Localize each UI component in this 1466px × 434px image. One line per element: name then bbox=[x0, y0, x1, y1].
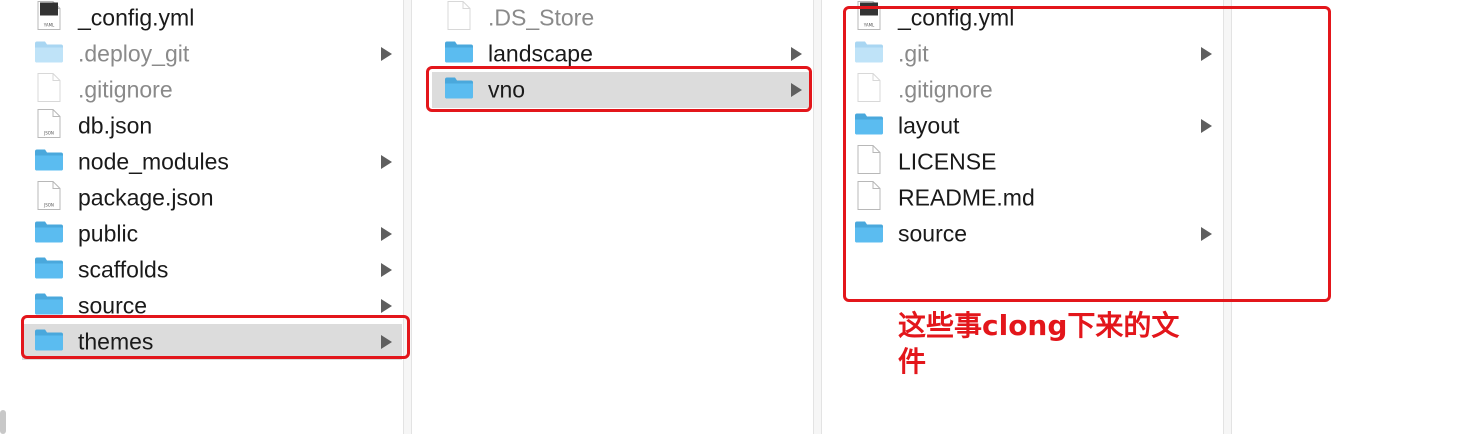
chevron-right-icon bbox=[381, 227, 392, 241]
folder-row[interactable]: node_modules bbox=[22, 144, 402, 180]
file-row[interactable]: JSON db.json bbox=[22, 108, 402, 144]
item-label: _config.yml bbox=[78, 4, 195, 31]
svg-text:JSON: JSON bbox=[43, 203, 54, 208]
chevron-right-icon bbox=[381, 47, 392, 61]
chevron-right-icon bbox=[381, 299, 392, 313]
svg-text:JSON: JSON bbox=[43, 131, 54, 136]
highlight-box-cloned-files bbox=[843, 6, 1331, 302]
folder-row[interactable]: scaffolds bbox=[22, 252, 402, 288]
column-resize-handle[interactable] bbox=[403, 0, 412, 434]
file-row[interactable]: .DS_Store bbox=[432, 0, 812, 36]
highlight-box-themes bbox=[21, 315, 410, 359]
folder-icon bbox=[34, 148, 64, 177]
chevron-right-icon bbox=[381, 263, 392, 277]
file-row[interactable]: YAML _config.yml bbox=[22, 0, 402, 36]
item-label: landscape bbox=[488, 40, 593, 67]
column-resize-handle[interactable] bbox=[813, 0, 822, 434]
json-file-icon: JSON bbox=[37, 109, 61, 144]
file-row[interactable]: .gitignore bbox=[22, 72, 402, 108]
annotation-text: 这些事clong下来的文件 bbox=[898, 309, 1180, 378]
item-label: .deploy_git bbox=[78, 40, 190, 67]
item-label: public bbox=[78, 220, 139, 247]
folder-row[interactable]: .deploy_git bbox=[22, 36, 402, 72]
item-label: db.json bbox=[78, 112, 153, 139]
yaml-file-icon: YAML bbox=[37, 1, 61, 36]
chevron-right-icon bbox=[791, 47, 802, 61]
file-icon bbox=[37, 73, 61, 108]
folder-icon bbox=[444, 40, 474, 69]
json-file-icon: JSON bbox=[37, 181, 61, 216]
item-label: package.json bbox=[78, 184, 214, 211]
finder-column-1: YAML _config.yml .deploy_git .gitignore JSON… bbox=[22, 0, 402, 434]
file-icon bbox=[447, 1, 471, 36]
item-label: .gitignore bbox=[78, 76, 173, 103]
svg-text:YAML: YAML bbox=[43, 23, 55, 28]
chevron-right-icon bbox=[381, 155, 392, 169]
item-label: node_modules bbox=[78, 148, 229, 175]
item-label: scaffolds bbox=[78, 256, 169, 283]
item-label: .DS_Store bbox=[488, 4, 595, 31]
folder-row[interactable]: public bbox=[22, 216, 402, 252]
scrollbar[interactable] bbox=[0, 410, 6, 434]
file-row[interactable]: JSON package.json bbox=[22, 180, 402, 216]
folder-icon bbox=[34, 220, 64, 249]
highlight-box-vno bbox=[426, 66, 812, 112]
folder-icon bbox=[34, 40, 64, 69]
folder-icon bbox=[34, 256, 64, 285]
